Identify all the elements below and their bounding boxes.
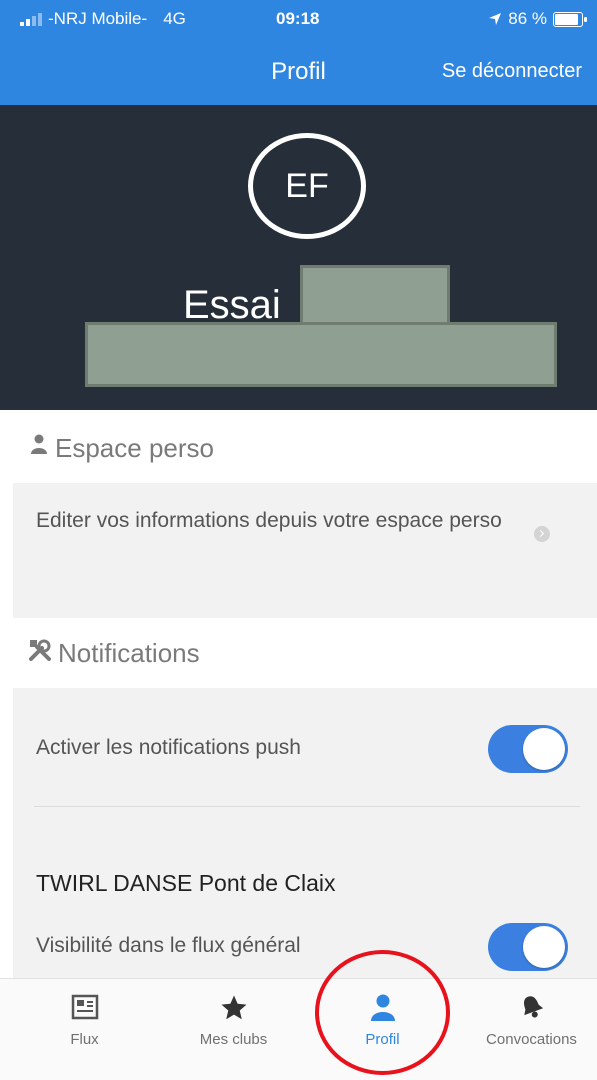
status-bar: -NRJ Mobile- 4G 09:18 86 %: [0, 0, 597, 40]
notifications-section-header: Notifications: [0, 618, 597, 688]
toggle-knob: [523, 926, 565, 968]
location-arrow-icon: [489, 13, 502, 25]
notifications-title: Notifications: [58, 638, 200, 668]
tools-icon: [29, 639, 51, 661]
status-right: 86 %: [488, 9, 587, 29]
notifications-card: Activer les notifications push TWIRL DAN…: [13, 688, 597, 978]
divider: [34, 806, 580, 807]
battery-icon: [553, 11, 587, 27]
tab-flux[interactable]: Flux: [10, 979, 159, 1080]
redacted-last-name: [300, 265, 450, 325]
espace-perso-title: Espace perso: [55, 433, 214, 463]
club-name: TWIRL DANSE Pont de Claix: [36, 870, 336, 896]
carrier-group: -NRJ Mobile- 4G: [20, 9, 186, 29]
nav-bar: Profil Se déconnecter: [0, 40, 597, 105]
espace-perso-section-header: Espace perso: [0, 413, 597, 483]
edit-profile-row[interactable]: Editer vos informations depuis votre esp…: [13, 483, 597, 618]
person-icon: [31, 434, 47, 454]
tab-label: Mes clubs: [199, 1031, 268, 1048]
star-icon: [221, 995, 246, 1020]
logout-button[interactable]: Se déconnecter: [442, 60, 582, 83]
tab-convocations[interactable]: Convocations: [457, 979, 597, 1080]
battery-label: 86 %: [508, 9, 547, 28]
bell-icon: [523, 996, 543, 1018]
avatar: EF: [248, 133, 366, 239]
tab-label: Convocations: [486, 1031, 577, 1048]
clock: 09:18: [276, 9, 320, 28]
annotation-circle: [315, 950, 450, 1075]
edit-profile-text: Editer vos informations depuis votre esp…: [36, 509, 502, 532]
chevron-right-icon: [534, 526, 550, 542]
newspaper-icon: [71, 994, 98, 1020]
carrier-label: -NRJ Mobile-: [48, 9, 148, 28]
network-label: 4G: [163, 9, 186, 28]
tab-mes-clubs[interactable]: Mes clubs: [159, 979, 308, 1080]
redacted-email: [85, 322, 557, 387]
push-notifications-toggle[interactable]: [488, 725, 568, 773]
signal-icon: [20, 12, 42, 26]
feed-visibility-label: Visibilité dans le flux général: [36, 934, 301, 957]
feed-visibility-toggle[interactable]: [488, 923, 568, 971]
push-notifications-label: Activer les notifications push: [36, 736, 301, 759]
toggle-knob: [523, 728, 565, 770]
tab-label: Flux: [70, 1031, 99, 1048]
tab-bar: Flux Mes clubs Profil Convocations: [0, 978, 597, 1080]
